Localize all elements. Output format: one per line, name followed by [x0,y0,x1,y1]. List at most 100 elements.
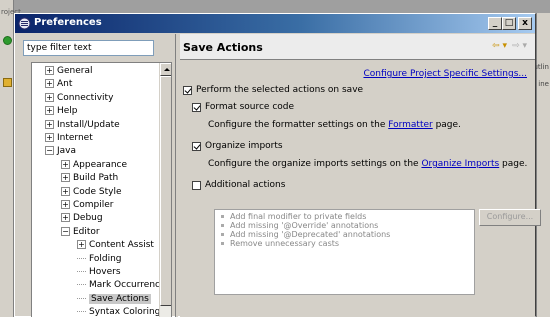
tree-item-label: Help [57,106,78,117]
window-controls: _ □ x [488,17,532,30]
format-description-end: page. [432,120,461,130]
format-source-option[interactable]: Format source code [192,102,294,112]
list-item: Add final modifier to private fields [215,212,474,221]
perform-actions-checkbox[interactable] [183,85,192,95]
workbench-background-top [14,0,550,13]
expand-icon[interactable]: + [45,119,54,129]
tree-connector [77,284,86,286]
tree-connector [77,311,86,313]
bullet-icon [221,224,224,227]
organize-description-text: Configure the organize imports settings … [208,159,422,169]
minimize-button[interactable]: _ [488,17,502,30]
tree-item[interactable]: Folding [77,253,122,266]
tree-item-label: Content Assist [89,240,154,251]
maximize-button[interactable]: □ [502,17,516,30]
organize-imports-label: Organize imports [205,141,283,151]
tree-item-label: Connectivity [57,92,114,103]
tree-item[interactable]: + Help [45,105,78,118]
run-icon [3,36,12,45]
tree-item-label: Code Style [73,186,122,197]
close-button[interactable]: x [518,17,532,30]
tree-connector [77,271,86,272]
tree-item-label: Install/Update [57,119,120,130]
tree-item[interactable]: Hovers [77,266,121,279]
format-source-checkbox[interactable] [192,102,201,112]
preference-tree: + General + Ant + Connectivity + Help + Install/U… [31,62,172,317]
page-title: Save Actions [183,41,263,54]
tree-item[interactable]: + Debug [61,212,103,225]
tree-item[interactable]: + Code Style [61,186,122,199]
configure-button[interactable]: Configure... [479,209,541,226]
list-item: Add missing '@Override' annotations [215,221,474,230]
workbench-background-left: roject [0,0,21,317]
window-title: Preferences [34,17,102,28]
tree-item[interactable]: Save Actions [77,293,151,306]
expand-icon[interactable]: + [45,92,54,102]
scroll-up-button[interactable] [160,63,171,76]
scroll-thumb[interactable] [160,76,171,306]
perform-actions-label: Perform the selected actions on save [196,85,364,95]
title-bar[interactable]: Preferences _ □ x [15,14,535,33]
tree-item[interactable]: Mark Occurrences [77,279,170,292]
tree-connector [77,257,86,259]
tree-item[interactable]: + Connectivity [45,92,113,105]
collapse-icon[interactable]: − [45,146,54,156]
additional-actions-option[interactable]: Additional actions [192,180,285,190]
tree-item[interactable]: + Content Assist [77,239,154,252]
bullet-icon [221,215,224,218]
formatter-link[interactable]: Formatter [388,120,432,130]
format-source-label: Format source code [205,102,295,112]
expand-icon[interactable]: + [45,133,54,142]
tree-item[interactable]: + Appearance [61,159,127,172]
tree-item[interactable]: + Internet [45,132,93,145]
tree-item[interactable]: Syntax Coloring [77,306,160,317]
organize-imports-option[interactable]: Organize imports [192,141,283,151]
preferences-dialog: Preferences _ □ x type filter text + Gene… [14,13,541,317]
tree-item-label: Internet [57,133,93,143]
list-item-label: Add missing '@Override' annotations [230,221,379,230]
expand-icon[interactable]: + [77,240,86,250]
tree-item-label: Syntax Coloring [89,307,161,317]
format-description: Configure the formatter settings on the … [208,120,461,130]
expand-icon[interactable]: + [61,186,70,196]
expand-icon[interactable]: + [61,200,70,209]
collapse-icon[interactable]: − [61,226,70,236]
expand-icon[interactable]: + [61,213,70,223]
tree-item-label: Compiler [73,200,114,210]
filter-input[interactable]: type filter text [23,40,154,56]
tree-item[interactable]: − Java [45,145,76,158]
package-icon [3,78,12,87]
tree-item[interactable]: + Ant [45,78,72,91]
tree-item-label: Save Actions [89,293,151,304]
tree-item-label: Appearance [73,159,128,170]
tree-item-label: Hovers [89,267,121,277]
expand-icon[interactable]: + [61,173,70,183]
pane-splitter[interactable] [175,34,178,317]
additional-actions-list[interactable]: Add final modifier to private fields Add … [214,209,475,295]
bullet-icon [221,242,224,245]
tree-item[interactable]: − Editor [61,226,100,239]
expand-icon[interactable]: + [45,66,54,75]
tree-item[interactable]: + Compiler [61,199,114,212]
organize-imports-link[interactable]: Organize Imports [421,159,499,169]
forward-button[interactable]: ⇨ ▾ [512,41,527,51]
list-item-label: Add missing '@Deprecated' annotations [230,230,391,239]
list-item: Remove unnecessary casts [215,239,474,248]
back-button[interactable]: ⇦ ▾ [492,41,507,51]
additional-actions-label: Additional actions [205,180,286,190]
expand-icon[interactable]: + [45,79,54,89]
expand-icon[interactable]: + [61,159,70,169]
additional-actions-checkbox[interactable] [192,180,201,190]
expand-icon[interactable]: + [45,106,54,116]
tree-scrollbar[interactable] [159,63,171,317]
list-item: Add missing '@Deprecated' annotations [215,230,474,239]
organize-imports-checkbox[interactable] [192,141,201,151]
configure-project-settings-link[interactable]: Configure Project Specific Settings... [363,69,527,79]
page-navigation: ⇦ ▾ ⇨ ▾ [492,41,527,51]
list-item-label: Remove unnecessary casts [230,239,340,248]
tree-item[interactable]: + General [45,65,92,78]
tree-item[interactable]: + Install/Update [45,119,120,132]
list-item-label: Add final modifier to private fields [230,212,367,221]
perform-actions-option[interactable]: Perform the selected actions on save [183,85,363,95]
tree-item[interactable]: + Build Path [61,172,118,185]
